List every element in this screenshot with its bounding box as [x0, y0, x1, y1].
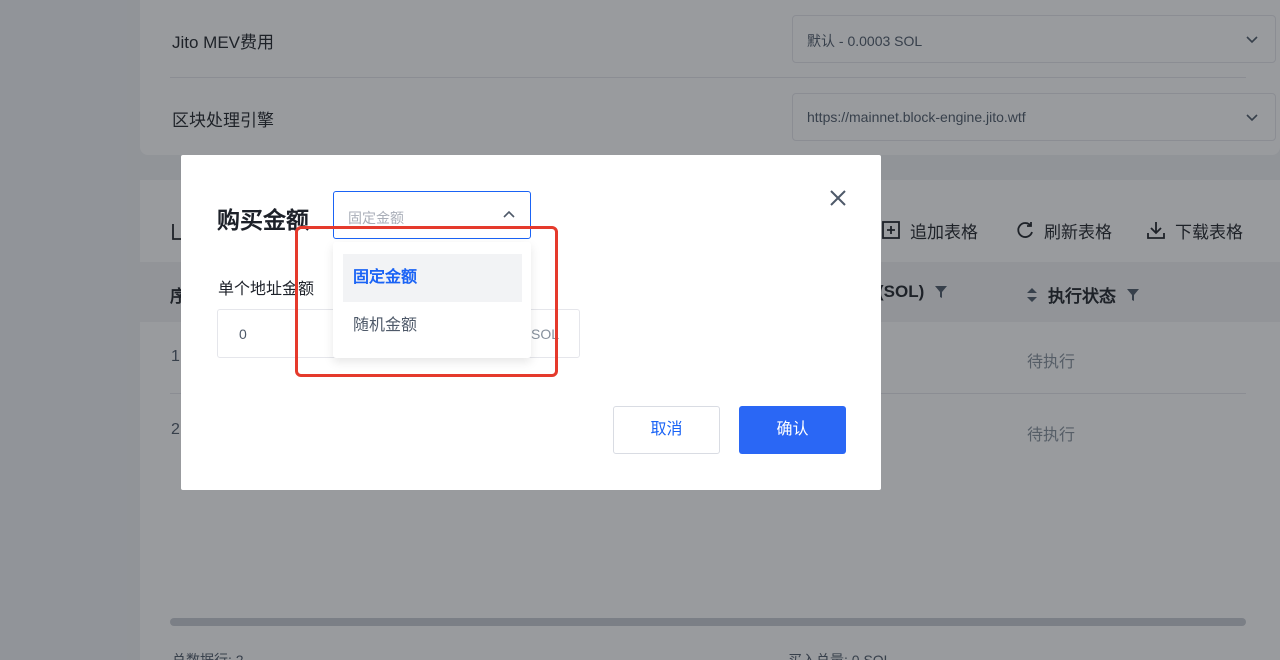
cancel-button[interactable]: 取消: [613, 406, 720, 454]
page: Jito MEV费用 默认 - 0.0003 SOL 区块处理引擎 https:…: [0, 0, 1280, 660]
confirm-button[interactable]: 确认: [739, 406, 846, 454]
amount-unit: SOL: [530, 326, 559, 342]
per-address-amount-label: 单个地址金额: [218, 281, 315, 298]
amount-type-select[interactable]: 固定金额: [333, 191, 531, 239]
option-random-amount[interactable]: 随机金额: [343, 302, 522, 350]
amount-type-placeholder: 固定金额: [348, 210, 404, 226]
close-icon[interactable]: [828, 188, 848, 208]
modal-title: 购买金额: [217, 207, 309, 233]
buy-amount-modal: 购买金额 固定金额 单个地址金额 0 SOL 取消 确认: [181, 155, 881, 490]
option-fixed-amount[interactable]: 固定金额: [343, 254, 522, 302]
chevron-up-icon: [503, 210, 515, 218]
amount-type-dropdown: 固定金额 随机金额: [333, 242, 531, 358]
amount-value: 0: [239, 326, 247, 342]
